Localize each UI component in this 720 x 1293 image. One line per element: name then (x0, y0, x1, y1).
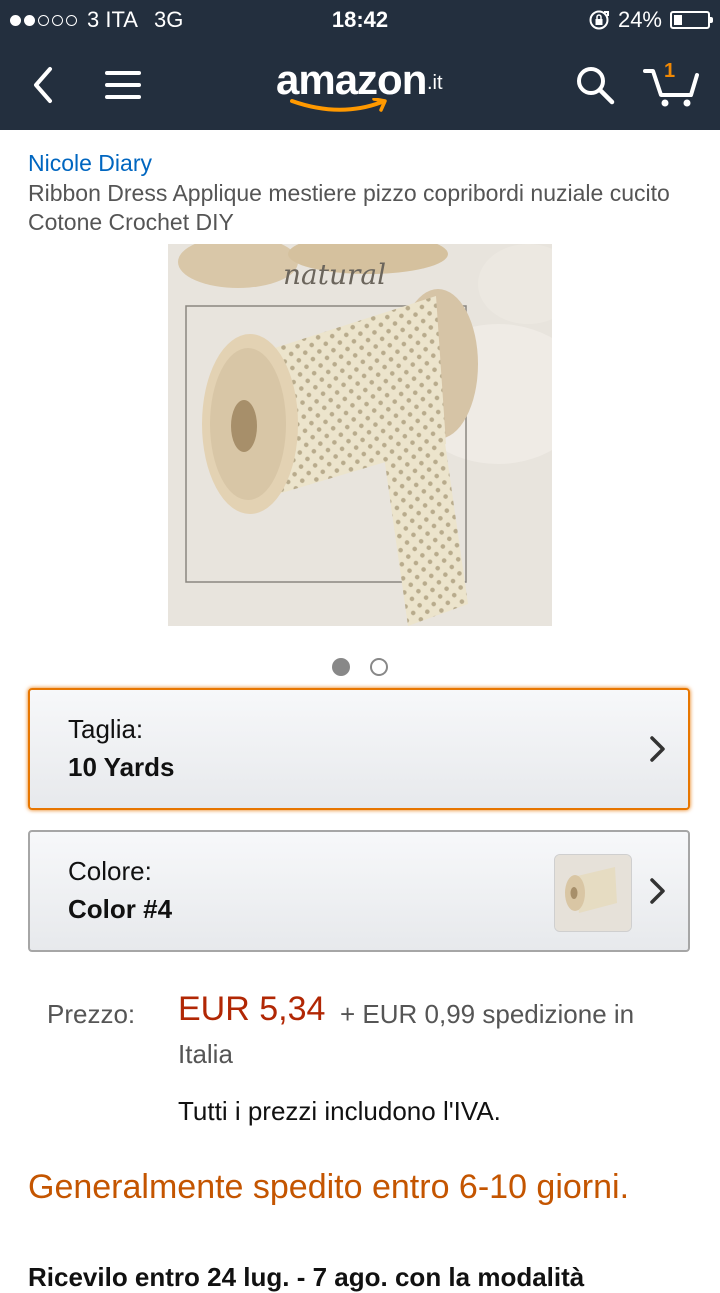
amazon-logo[interactable]: amazon .it (272, 54, 452, 118)
logo-domain: .it (427, 72, 443, 94)
chevron-left-icon (34, 67, 52, 103)
carousel-dot-1[interactable] (332, 658, 350, 676)
battery-percent: 24% (617, 7, 662, 32)
status-right: 24% (588, 7, 713, 33)
rotation-lock-icon (589, 10, 609, 30)
search-icon (577, 67, 615, 105)
hamburger-menu-icon (105, 71, 141, 99)
carousel-dot-2[interactable] (370, 658, 388, 676)
size-value: 10 Yards (68, 752, 175, 782)
cart-count-badge: 1 (664, 60, 676, 82)
chevron-right-icon (650, 878, 665, 904)
color-selector[interactable]: Colore: Color #4 (28, 830, 690, 952)
search-button[interactable] (568, 58, 622, 112)
menu-button[interactable] (96, 58, 150, 112)
price-label: Prezzo: (47, 999, 136, 1029)
brand-link[interactable]: Nicole Diary (28, 150, 152, 177)
shipping-destination: Italia (178, 1039, 233, 1069)
status-bar: 3 ITA 3G 18:42 24% (0, 0, 720, 40)
back-button[interactable] (16, 58, 70, 112)
delivery-estimate: Ricevilo entro 24 lug. - 7 ago. con la m… (28, 1262, 585, 1292)
product-image[interactable]: natural (168, 244, 552, 626)
color-value: Color #4 (68, 894, 173, 924)
logo-wordmark: amazon (276, 56, 427, 103)
chevron-right-icon (650, 736, 665, 762)
app-header: amazon .it 1 (0, 40, 720, 130)
lace-spool-illustration: natural (168, 244, 552, 626)
size-selector[interactable]: Taglia: 10 Yards (28, 688, 690, 810)
size-label: Taglia: (68, 714, 144, 744)
color-swatch-thumbnail (554, 854, 632, 932)
price-value: EUR 5,34 (178, 990, 326, 1028)
battery-icon (670, 11, 713, 29)
cart-button[interactable]: 1 (640, 58, 706, 112)
svg-text:natural: natural (283, 258, 386, 291)
product-title: Ribbon Dress Applique mestiere pizzo cop… (28, 180, 670, 235)
amazon-smile-icon (290, 98, 387, 112)
image-carousel-indicator (0, 658, 720, 676)
shipping-cost: + EUR 0,99 spedizione in (340, 999, 635, 1029)
color-label: Colore: (68, 856, 152, 886)
availability-text: Generalmente spedito entro 6-10 giorni. (28, 1168, 630, 1206)
vat-note: Tutti i prezzi includono l'IVA. (178, 1096, 501, 1126)
